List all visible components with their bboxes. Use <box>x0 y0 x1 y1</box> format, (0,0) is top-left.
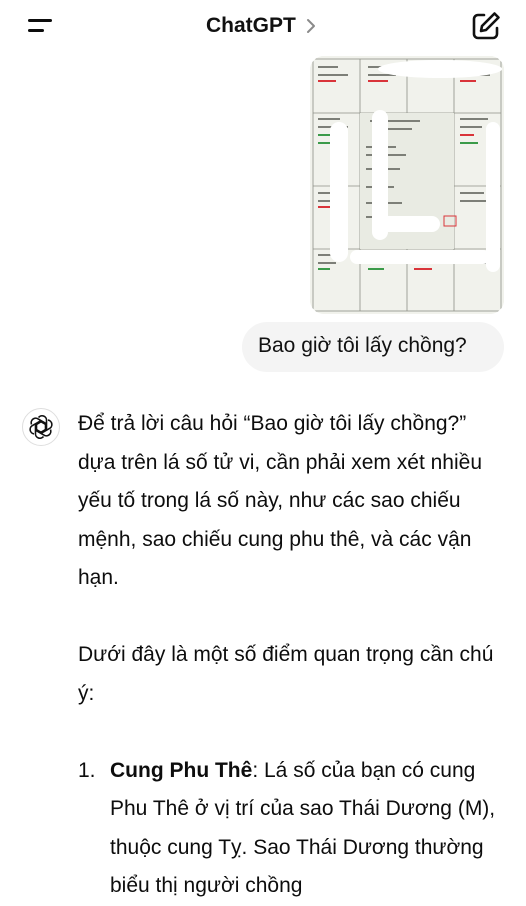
app-title: ChatGPT <box>206 14 296 37</box>
assistant-avatar <box>22 408 60 446</box>
new-chat-button[interactable] <box>470 10 502 42</box>
answer-list: 1. Cung Phu Thê: Lá số của bạn có cung P… <box>78 752 508 906</box>
answer-paragraph: Để trả lời câu hỏi “Bao giờ tôi lấy chồn… <box>78 412 482 589</box>
uploaded-image-thumbnail[interactable] <box>310 56 504 314</box>
list-item-title: Cung Phu Thê <box>110 758 253 782</box>
menu-button[interactable] <box>26 14 56 38</box>
assistant-message: Để trả lời câu hỏi “Bao giờ tôi lấy chồn… <box>78 405 508 906</box>
user-message-bubble[interactable]: Bao giờ tôi lấy chồng? <box>242 322 504 372</box>
model-selector[interactable]: ChatGPT <box>206 10 318 42</box>
horoscope-chart-image <box>310 56 504 314</box>
list-item-number: 1. <box>78 758 96 782</box>
answer-paragraph: Dưới đây là một số điểm quan trọng cần c… <box>78 643 494 705</box>
user-message-text: Bao giờ tôi lấy chồng? <box>258 334 467 357</box>
top-bar: ChatGPT <box>0 0 526 52</box>
list-item: 1. Cung Phu Thê: Lá số của bạn có cung P… <box>78 752 508 906</box>
compose-icon <box>472 12 500 40</box>
openai-logo-icon <box>29 415 53 439</box>
chevron-right-icon <box>306 19 315 33</box>
